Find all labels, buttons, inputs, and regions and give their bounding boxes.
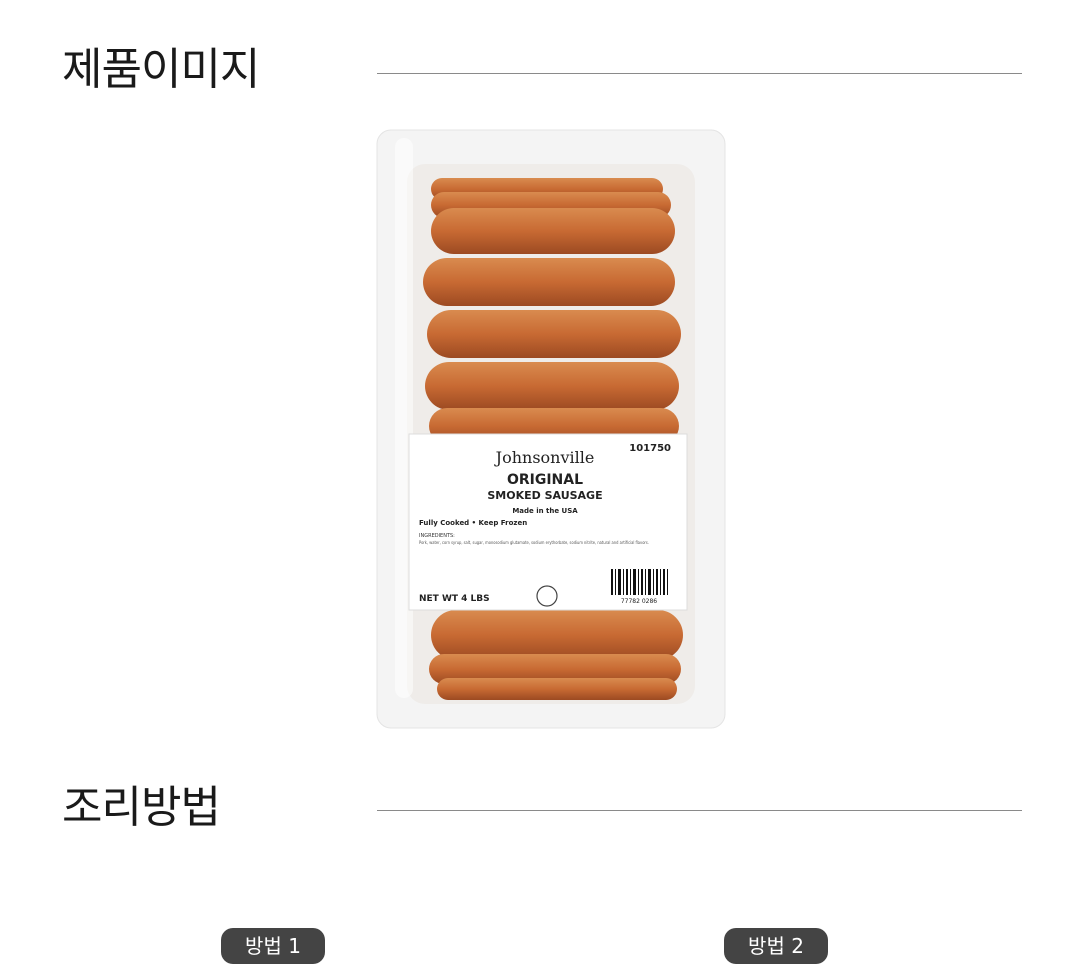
label-ingredients: Pork, water, corn syrup, salt, sugar, mo…: [419, 540, 649, 545]
label-brand: Johnsonville: [494, 448, 595, 467]
label-line1: ORIGINAL: [507, 472, 583, 488]
product-image-title: 제품이미지: [62, 44, 260, 95]
label-ingredients-heading: INGREDIENTS:: [419, 533, 455, 539]
product-image: Johnsonville 101750 ORIGINAL SMOKED SAUS…: [375, 128, 727, 730]
label-code: 101750: [629, 443, 671, 454]
label-origin: Made in the USA: [512, 507, 578, 515]
section-divider: [377, 73, 1022, 74]
label-note: Fully Cooked • Keep Frozen: [419, 519, 527, 527]
label-barcode: 77782 0286: [621, 598, 657, 605]
label-line2: SMOKED SAUSAGE: [487, 489, 602, 502]
method-1-badge: 방법 1: [221, 928, 325, 964]
cooking-title: 조리방법: [62, 782, 221, 833]
label-net-wt: NET WT 4 LBS: [419, 594, 490, 604]
method-2-badge: 방법 2: [724, 928, 828, 964]
section-divider: [377, 810, 1022, 811]
